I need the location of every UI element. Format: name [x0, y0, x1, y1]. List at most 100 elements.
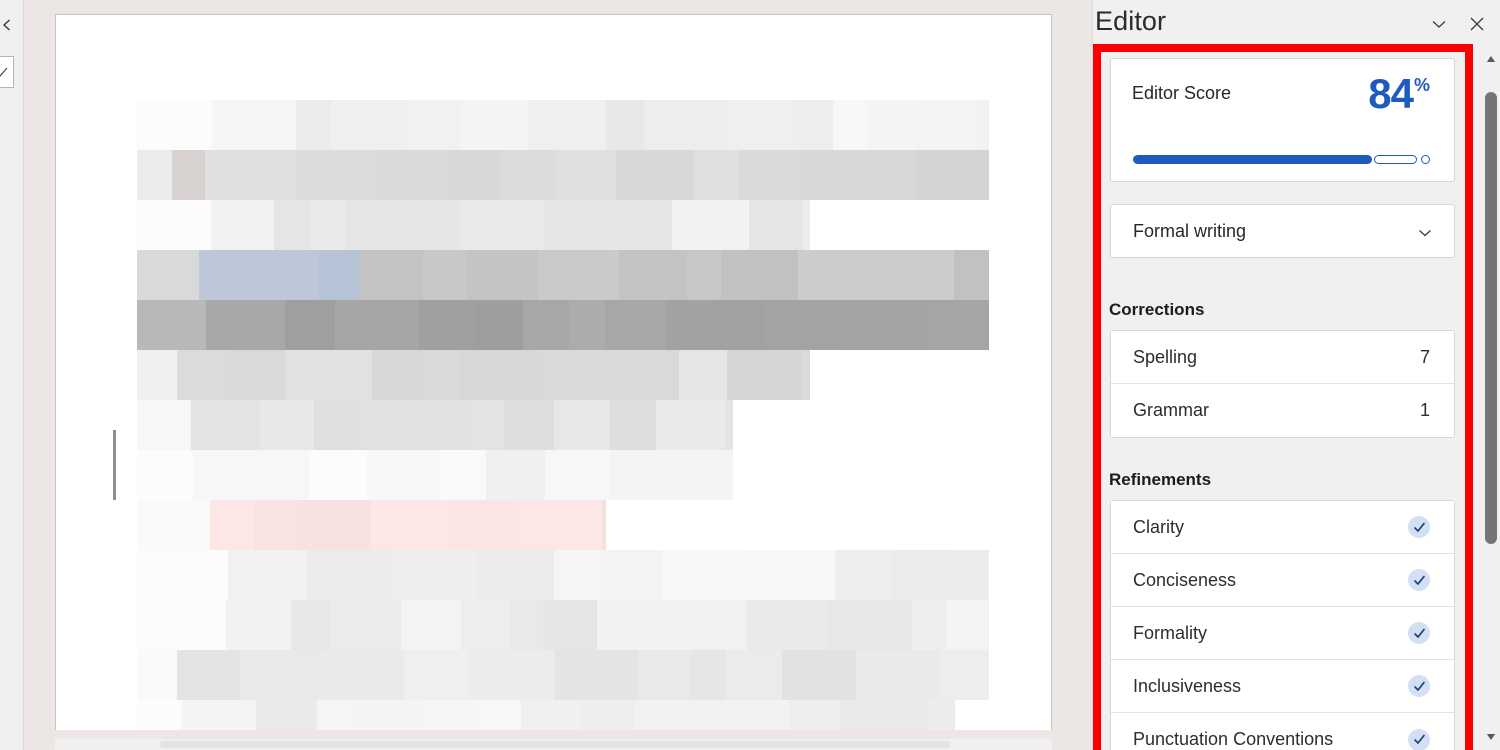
correction-row[interactable]: Grammar 1: [1111, 384, 1454, 437]
blurred-text-block: [449, 150, 500, 200]
blurred-text-block: [605, 200, 672, 250]
blurred-text-block: [747, 600, 828, 650]
blurred-text-line: [137, 350, 810, 400]
blurred-text-block: [473, 700, 521, 730]
blurred-text-block: [687, 250, 721, 300]
blurred-text-block: [616, 150, 694, 200]
blurred-text-block: [172, 150, 205, 200]
refinement-row[interactable]: Punctuation Conventions: [1111, 713, 1454, 750]
blurred-text-block: [296, 100, 331, 150]
chevron-left-icon: [2, 19, 10, 31]
blurred-text-line: [137, 700, 955, 730]
refinement-row[interactable]: Conciseness: [1111, 554, 1454, 607]
blurred-text-block: [789, 700, 840, 730]
blurred-text-line: [137, 250, 989, 300]
editor-score-progress: [1133, 153, 1433, 165]
blurred-text-block: [852, 150, 916, 200]
check-circle-icon: [1408, 569, 1430, 591]
scroll-down-button[interactable]: [1482, 728, 1500, 746]
blurred-text-block: [782, 650, 856, 700]
blurred-text-block: [206, 300, 285, 350]
blurred-text-block: [177, 350, 230, 400]
left-rail: [0, 0, 24, 750]
check-circle-icon: [1408, 516, 1430, 538]
blurred-document-text: [137, 100, 989, 730]
blurred-text-block: [345, 200, 427, 250]
blurred-text-block: [404, 650, 469, 700]
blurred-text-block: [521, 700, 580, 730]
progress-endpoint-dot: [1421, 154, 1430, 164]
blurred-text-block: [555, 650, 638, 700]
blurred-text-block: [916, 150, 989, 200]
caret-down-icon: [1486, 734, 1496, 740]
correction-row[interactable]: Spelling 7: [1111, 331, 1454, 384]
blurred-text-block: [230, 350, 285, 400]
blurred-text-block: [523, 300, 569, 350]
blurred-text-block: [423, 250, 467, 300]
blurred-text-block: [137, 200, 211, 250]
blurred-text-block: [726, 650, 782, 700]
blurred-text-line: [137, 400, 733, 450]
blurred-text-block: [912, 600, 947, 650]
blurred-text-block: [307, 550, 393, 600]
blurred-text-block: [828, 600, 912, 650]
horizontal-scrollbar[interactable]: [55, 739, 1052, 750]
blurred-text-block: [475, 300, 523, 350]
scroll-up-button[interactable]: [1482, 50, 1500, 68]
blurred-text-block: [717, 300, 765, 350]
blurred-text-block: [376, 150, 449, 200]
blurred-text-block: [504, 400, 554, 450]
writing-goal-dropdown[interactable]: Formal writing: [1110, 204, 1455, 258]
refinement-label: Clarity: [1133, 516, 1185, 537]
collapse-pane-button[interactable]: [1425, 10, 1453, 38]
blurred-text-block: [666, 300, 717, 350]
horizontal-scrollbar-thumb[interactable]: [160, 741, 950, 748]
blurred-text-block: [656, 400, 725, 450]
blurred-text-block: [359, 250, 423, 300]
blurred-text-block: [663, 550, 746, 600]
blurred-text-block: [597, 600, 656, 650]
blurred-text-block: [274, 200, 310, 250]
close-pane-button[interactable]: [1463, 10, 1491, 38]
blurred-text-block: [554, 400, 610, 450]
blurred-text-block: [840, 700, 928, 730]
blurred-text-block: [424, 350, 460, 400]
blurred-text-block: [137, 500, 210, 550]
refinement-label: Punctuation Conventions: [1133, 729, 1334, 749]
blurred-text-block: [372, 350, 424, 400]
blurred-text-block: [619, 250, 687, 300]
document-canvas[interactable]: [24, 0, 1092, 750]
editor-pane-scrollbar[interactable]: [1482, 46, 1500, 750]
document-page[interactable]: [55, 14, 1052, 730]
blurred-text-block: [320, 650, 404, 700]
blurred-text-block: [212, 100, 296, 150]
blurred-text-block: [694, 150, 739, 200]
blurred-text-block: [739, 150, 799, 200]
collapse-navigation-icon[interactable]: [0, 14, 18, 36]
blurred-text-block: [331, 100, 406, 150]
check-mark-icon: [0, 67, 8, 77]
blurred-text-block: [254, 500, 298, 550]
blurred-text-block: [191, 400, 260, 450]
blurred-text-block: [672, 200, 749, 250]
close-icon: [1470, 17, 1484, 31]
refinement-row[interactable]: Inclusiveness: [1111, 660, 1454, 713]
refinement-row[interactable]: Clarity: [1111, 501, 1454, 554]
blurred-text-block: [926, 300, 989, 350]
blurred-text-block: [228, 550, 307, 600]
blurred-text-block: [511, 600, 543, 650]
blurred-text-block: [835, 550, 891, 600]
refinement-row[interactable]: Formality: [1111, 607, 1454, 660]
blurred-text-block: [354, 700, 423, 730]
blurred-text-block: [263, 450, 309, 500]
blurred-text-block: [319, 250, 359, 300]
blurred-text-block: [638, 650, 690, 700]
blurred-text-block: [528, 100, 606, 150]
blurred-text-block: [727, 350, 802, 400]
blurred-text-block: [519, 500, 602, 550]
rail-check-button[interactable]: [0, 56, 14, 88]
blurred-text-line: [137, 500, 606, 550]
scrollbar-track[interactable]: [1482, 68, 1500, 728]
scrollbar-thumb[interactable]: [1485, 92, 1497, 544]
blurred-text-block: [500, 150, 556, 200]
